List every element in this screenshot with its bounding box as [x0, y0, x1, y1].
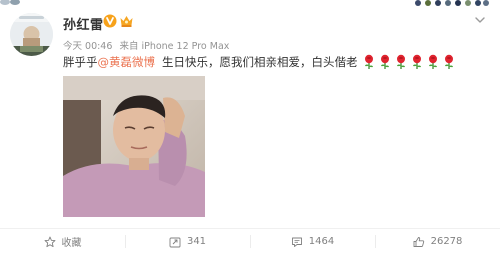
repost-count: 341: [186, 236, 207, 247]
action-bar: 收藏 341 1464 26278: [0, 229, 500, 254]
like-button[interactable]: 26278: [375, 229, 500, 254]
rose-emoji-icon: [412, 54, 421, 69]
repost-icon: [169, 237, 181, 247]
comment-count: 1464: [308, 236, 335, 247]
post-text-prefix: 胖乎乎: [63, 55, 98, 69]
rose-emoji-icon: [380, 54, 389, 69]
star-icon: [44, 236, 55, 247]
comment-button[interactable]: 1464: [250, 229, 375, 254]
username[interactable]: 孙红雷: [63, 14, 104, 33]
like-count: 26278: [430, 236, 463, 247]
top-left-ornament: [0, 0, 20, 5]
post-source: 来自 iPhone 12 Pro Max: [119, 41, 230, 52]
favorite-button[interactable]: 收藏: [0, 229, 125, 254]
post-text: 胖乎乎 @黄磊微博 生日快乐，愿我们相亲相爱，白头偕老: [63, 54, 456, 70]
rose-emoji-icon: [396, 54, 405, 69]
avatar[interactable]: [10, 13, 53, 56]
top-right-ornament: [415, 0, 489, 6]
favorite-label: 收藏: [61, 238, 82, 249]
mention-link[interactable]: @黄磊微博: [98, 54, 156, 70]
comment-icon: [291, 237, 302, 247]
post-time[interactable]: 今天 00:46: [63, 41, 112, 52]
rose-emoji-group: [360, 54, 456, 70]
chevron-down-icon[interactable]: [474, 15, 486, 25]
rose-emoji-icon: [444, 54, 453, 69]
post-photo[interactable]: [63, 76, 205, 217]
repost-button[interactable]: 341: [125, 229, 250, 254]
post-text-body: 生日快乐，愿我们相亲相爱，白头偕老: [162, 55, 358, 69]
weibo-post-card: 孙红雷 今天 00:46 来自 iPhone 12 Pro Max 胖乎乎 @黄…: [0, 0, 500, 254]
thumbs-up-icon: [413, 236, 424, 247]
avatar-image: [10, 13, 53, 56]
vip-crown-icon[interactable]: [119, 14, 134, 28]
post-photo-image: [63, 76, 205, 217]
post-meta: 今天 00:46 来自 iPhone 12 Pro Max: [63, 38, 233, 52]
verified-v-icon: [103, 14, 117, 28]
rose-emoji-icon: [428, 54, 437, 69]
rose-emoji-icon: [364, 54, 373, 69]
